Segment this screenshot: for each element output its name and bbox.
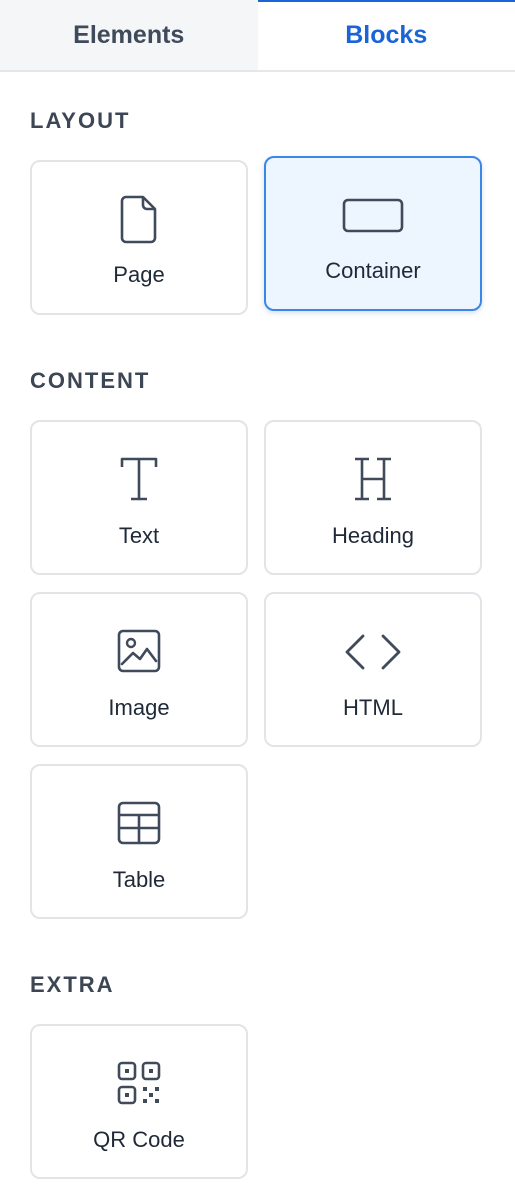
- block-label: QR Code: [93, 1127, 185, 1152]
- page-icon: [120, 195, 157, 244]
- block-label: Page: [113, 262, 165, 287]
- section-title-content: CONTENT: [30, 368, 151, 393]
- block-label: Container: [325, 258, 421, 283]
- block-container[interactable]: Container: [264, 156, 482, 311]
- block-text[interactable]: Text: [30, 420, 248, 575]
- heading-icon: [355, 457, 391, 501]
- tab-blocks[interactable]: Blocks: [257, 0, 515, 70]
- section-title-layout: LAYOUT: [30, 108, 131, 133]
- block-table[interactable]: Table: [30, 764, 248, 919]
- block-label: HTML: [343, 695, 403, 720]
- text-icon: [120, 457, 158, 501]
- block-label: Text: [118, 523, 160, 548]
- block-qr-code[interactable]: QR Code: [30, 1024, 248, 1179]
- qr-code-icon: [117, 1061, 161, 1105]
- image-icon: [117, 629, 161, 673]
- block-html[interactable]: HTML: [264, 592, 482, 747]
- tab-elements[interactable]: Elements: [0, 0, 258, 70]
- block-image[interactable]: Image: [30, 592, 248, 747]
- block-label: Image: [108, 695, 170, 720]
- container-icon: [342, 198, 404, 233]
- table-icon: [117, 801, 161, 845]
- block-label: Table: [112, 867, 166, 892]
- block-label: Heading: [332, 523, 414, 548]
- block-page[interactable]: Page: [30, 160, 248, 315]
- block-heading[interactable]: Heading: [264, 420, 482, 575]
- tab-bar: Elements Blocks: [0, 0, 515, 72]
- code-icon: [345, 634, 401, 670]
- section-title-extra: EXTRA: [30, 972, 115, 997]
